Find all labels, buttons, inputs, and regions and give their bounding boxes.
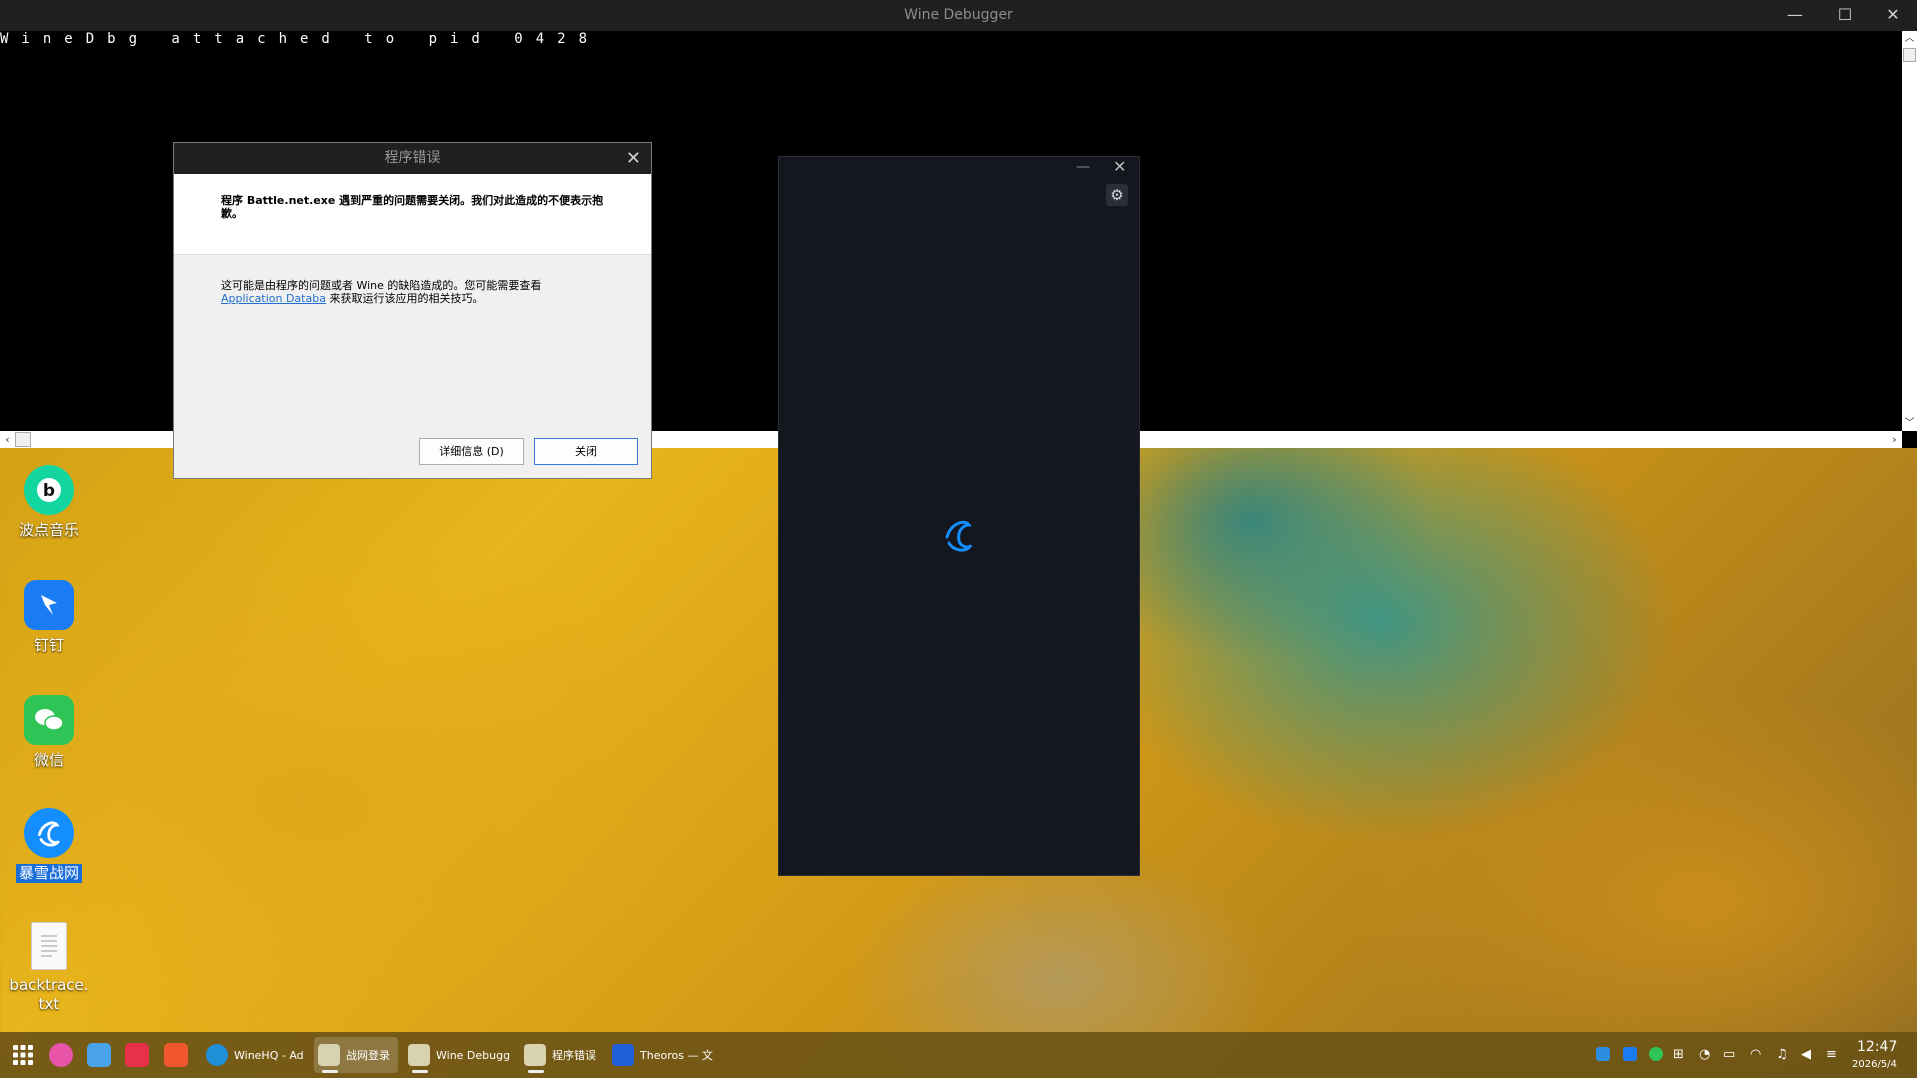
- desktop-icon-label: backtrace.txt: [9, 976, 89, 1013]
- wine-window-icon: [524, 1044, 546, 1066]
- taskbar-app-wine-debugger[interactable]: Wine Debugg: [404, 1037, 514, 1073]
- desktop-icon-label: 暴雪战网: [15, 864, 82, 883]
- close-button[interactable]: ✕: [1868, 0, 1917, 31]
- taskbar-app-program-error[interactable]: 程序错误: [520, 1037, 606, 1073]
- error-message: 程序 Battle.net.exe 遇到严重的问题需要关闭。我们对此造成的不便表…: [221, 194, 604, 220]
- notes-icon: [612, 1044, 634, 1066]
- error-detail: 这可能是由程序的问题或者 Wine 的缺陷造成的。您可能需要查看 Applica…: [221, 279, 621, 305]
- running-indicator: [528, 1070, 544, 1073]
- dingtalk-icon: [24, 580, 74, 630]
- maximize-button[interactable]: ☐: [1820, 0, 1870, 31]
- desktop-icon-battlenet[interactable]: 暴雪战网: [8, 808, 90, 883]
- wine-window-icon: [318, 1044, 340, 1066]
- clock-time[interactable]: 12:47: [1857, 1039, 1897, 1055]
- edge-browser-icon: [206, 1044, 228, 1066]
- dialog-title-bar[interactable]: 程序错误: [174, 143, 651, 174]
- battlenet-minimize-button[interactable]: —: [1076, 159, 1090, 175]
- gear-icon[interactable]: ⚙: [1106, 184, 1128, 206]
- app-launcher-icon[interactable]: [11, 1043, 35, 1067]
- control-center-icon[interactable]: ≡: [1826, 1047, 1837, 1062]
- wechat-icon: [24, 695, 74, 745]
- clock-date[interactable]: 2026/5/4: [1852, 1059, 1897, 1070]
- details-button[interactable]: 详细信息 (D): [419, 438, 524, 465]
- active-indicator: [322, 1070, 338, 1073]
- text-file-icon: [31, 922, 67, 970]
- desktop-icon-label: 微信: [33, 751, 64, 769]
- battery-icon[interactable]: ▭: [1723, 1047, 1735, 1062]
- terminal-icon[interactable]: [125, 1043, 149, 1067]
- console-title: Wine Debugger: [904, 7, 1013, 23]
- taskbar-app-winehq[interactable]: WineHQ - Ad: [202, 1037, 306, 1073]
- desktop-icon-backtrace[interactable]: backtrace.txt: [8, 922, 90, 1014]
- battlenet-icon: [24, 808, 74, 858]
- desktop-icon-wechat[interactable]: 微信: [8, 695, 90, 770]
- desktop-icon-label: 钉钉: [33, 636, 64, 654]
- battlenet-close-button[interactable]: ✕: [1113, 157, 1126, 176]
- scroll-down-icon[interactable]: ﹀: [1902, 416, 1917, 431]
- horizontal-scroll-thumb[interactable]: [15, 432, 31, 447]
- tray-app-icon[interactable]: [1596, 1047, 1610, 1061]
- running-indicator: [412, 1070, 428, 1073]
- taskbar: WineHQ - Ad 战网登录 Wine Debugg 程序错误 Theoro…: [0, 1032, 1917, 1078]
- bodian-music-icon: b: [24, 465, 74, 515]
- battlenet-login-window: — ✕ ⚙: [778, 156, 1140, 876]
- keyboard-icon[interactable]: ⊞: [1673, 1047, 1684, 1062]
- tray-dingtalk-icon[interactable]: [1623, 1047, 1637, 1061]
- taskbar-app-battlenet-login[interactable]: 战网登录: [314, 1037, 398, 1073]
- assistant-icon[interactable]: [49, 1043, 73, 1067]
- console-title-bar[interactable]: Wine Debugger: [0, 0, 1917, 31]
- scroll-right-icon[interactable]: ›: [1887, 431, 1902, 448]
- tray-wechat-icon[interactable]: [1649, 1047, 1663, 1061]
- program-error-dialog: 程序错误 ✕ 程序 Battle.net.exe 遇到严重的问题需要关闭。我们对…: [173, 142, 652, 479]
- svg-text:b: b: [43, 481, 55, 501]
- vertical-scrollbar[interactable]: ︿ ﹀: [1902, 31, 1917, 431]
- notification-icon[interactable]: ♫: [1776, 1047, 1788, 1062]
- media-icon[interactable]: ◔: [1699, 1047, 1710, 1062]
- dialog-title: 程序错误: [384, 150, 441, 166]
- search-icon[interactable]: [87, 1043, 111, 1067]
- desktop-icon-dingtalk[interactable]: 钉钉: [8, 580, 90, 655]
- wifi-icon[interactable]: ◠: [1750, 1047, 1761, 1062]
- console-output: WineDbg attached to pid 0428: [0, 31, 601, 47]
- scroll-up-icon[interactable]: ︿: [1902, 31, 1917, 46]
- application-database-link[interactable]: Application Databa: [221, 292, 326, 305]
- dialog-close-icon[interactable]: ✕: [626, 143, 641, 174]
- dialog-message-panel: 程序 Battle.net.exe 遇到严重的问题需要关闭。我们对此造成的不便表…: [174, 174, 651, 255]
- volume-icon[interactable]: ◀: [1801, 1047, 1811, 1062]
- error-detail-text: 这可能是由程序的问题或者 Wine 的缺陷造成的。您可能需要查看: [221, 279, 542, 292]
- taskbar-app-theoros[interactable]: Theoros — 文: [608, 1037, 716, 1073]
- app-store-icon[interactable]: [164, 1043, 188, 1067]
- wine-window-icon: [408, 1044, 430, 1066]
- close-dialog-button[interactable]: 关闭: [534, 438, 638, 465]
- scroll-left-icon[interactable]: ‹: [0, 431, 15, 448]
- desktop-icon-label: 波点音乐: [18, 521, 79, 539]
- error-detail-suffix: 来获取运行该应用的相关技巧。: [329, 292, 484, 305]
- minimize-button[interactable]: —: [1770, 0, 1820, 31]
- vertical-scroll-thumb[interactable]: [1903, 48, 1916, 62]
- battlenet-loading-icon: [945, 520, 973, 552]
- desktop-icon-bodian-music[interactable]: b 波点音乐: [8, 465, 90, 540]
